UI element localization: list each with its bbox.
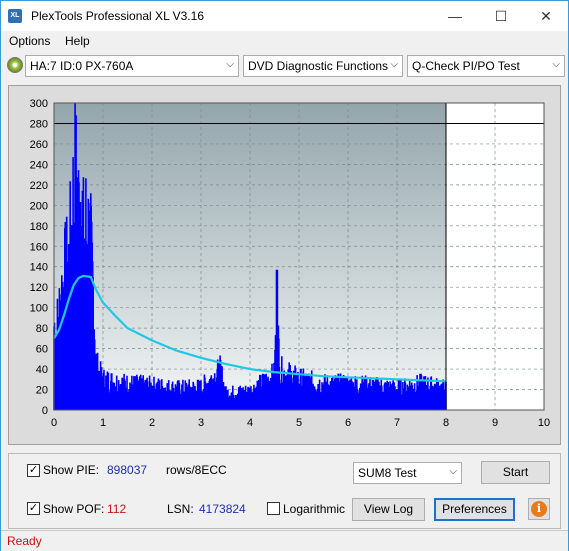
info-button[interactable]: i bbox=[528, 498, 550, 520]
pi-po-chart: 0 1 2 3 4 5 6 7 8 9 100204060801001201401601802002… bbox=[30, 98, 550, 429]
view-log-button[interactable]: View Log bbox=[352, 498, 425, 521]
test-mode-select[interactable]: SUM8 Test ⌵ bbox=[353, 462, 462, 484]
test-select-value: Q-Check PI/PO Test bbox=[412, 59, 520, 73]
logarithmic-label: Logarithmic bbox=[283, 502, 346, 516]
y-tick-label: 240 bbox=[30, 159, 48, 171]
window-title: PlexTools Professional XL V3.16 bbox=[31, 9, 204, 23]
show-pie-label: Show PIE: bbox=[43, 463, 100, 477]
function-select-value: DVD Diagnostic Functions bbox=[248, 59, 389, 73]
y-tick-label: 80 bbox=[36, 323, 48, 335]
y-tick-label: 40 bbox=[36, 364, 48, 376]
x-tick-label: 9 bbox=[492, 417, 498, 429]
logarithmic-checkbox[interactable] bbox=[267, 502, 280, 515]
function-select[interactable]: DVD Diagnostic Functions ⌵ bbox=[243, 55, 403, 77]
info-icon: i bbox=[531, 501, 547, 517]
lsn-label: LSN: bbox=[167, 502, 194, 516]
y-tick-label: 220 bbox=[30, 180, 48, 192]
test-select[interactable]: Q-Check PI/PO Test ⌵ bbox=[407, 55, 565, 77]
close-button[interactable]: ✕ bbox=[523, 1, 569, 31]
x-tick-label: 1 bbox=[100, 417, 106, 429]
x-tick-label: 10 bbox=[538, 417, 550, 429]
x-tick-label: 8 bbox=[443, 417, 449, 429]
pie-unit: rows/8ECC bbox=[166, 463, 227, 477]
y-tick-label: 200 bbox=[30, 200, 48, 212]
drive-select[interactable]: HA:7 ID:0 PX-760A ⌵ bbox=[25, 55, 239, 77]
menu-help[interactable]: Help bbox=[65, 34, 90, 48]
app-window: XL PlexTools Professional XL V3.16 — ☐ ✕… bbox=[0, 0, 569, 551]
show-pof-label: Show POF: bbox=[43, 502, 105, 516]
y-tick-label: 140 bbox=[30, 262, 48, 274]
y-tick-label: 20 bbox=[36, 385, 48, 397]
app-logo-icon: XL bbox=[8, 9, 22, 23]
minimize-button[interactable]: — bbox=[432, 1, 478, 31]
x-tick-label: 3 bbox=[198, 417, 204, 429]
preferences-button[interactable]: Preferences bbox=[434, 498, 515, 521]
x-tick-label: 7 bbox=[394, 417, 400, 429]
chevron-down-icon: ⌵ bbox=[449, 466, 457, 477]
maximize-button[interactable]: ☐ bbox=[478, 1, 524, 31]
x-tick-label: 6 bbox=[345, 417, 351, 429]
x-tick-label: 2 bbox=[149, 417, 155, 429]
toolbar: HA:7 ID:0 PX-760A ⌵ DVD Diagnostic Funct… bbox=[1, 53, 568, 80]
status-text: Ready bbox=[7, 534, 42, 548]
x-tick-label: 5 bbox=[296, 417, 302, 429]
status-bar: Ready bbox=[1, 530, 568, 551]
chevron-down-icon: ⌵ bbox=[552, 59, 560, 70]
chevron-down-icon: ⌵ bbox=[226, 59, 234, 70]
y-tick-label: 180 bbox=[30, 221, 48, 233]
y-tick-label: 120 bbox=[30, 282, 48, 294]
y-tick-label: 160 bbox=[30, 241, 48, 253]
show-pie-checkbox[interactable]: ✓ bbox=[27, 464, 40, 477]
y-tick-label: 60 bbox=[36, 344, 48, 356]
y-tick-label: 260 bbox=[30, 139, 48, 151]
y-tick-label: 0 bbox=[42, 405, 48, 417]
y-tick-label: 100 bbox=[30, 303, 48, 315]
x-tick-label: 0 bbox=[51, 417, 57, 429]
x-tick-label: 4 bbox=[247, 417, 253, 429]
menu-options[interactable]: Options bbox=[9, 34, 50, 48]
start-button[interactable]: Start bbox=[481, 461, 550, 484]
y-tick-label: 300 bbox=[30, 98, 48, 110]
title-bar: XL PlexTools Professional XL V3.16 — ☐ ✕ bbox=[1, 1, 568, 31]
test-mode-value: SUM8 Test bbox=[358, 466, 417, 480]
drive-select-value: HA:7 ID:0 PX-760A bbox=[30, 59, 134, 73]
show-pof-checkbox[interactable]: ✓ bbox=[27, 502, 40, 515]
lsn-value: 4173824 bbox=[199, 502, 246, 516]
pie-value: 898037 bbox=[107, 463, 148, 477]
chevron-down-icon: ⌵ bbox=[390, 59, 398, 70]
chart-panel: 0 1 2 3 4 5 6 7 8 9 10 0 20 40 60 80 100 120 140 160 180 200 2… bbox=[8, 85, 561, 445]
menu-bar: Options Help bbox=[1, 31, 568, 52]
pof-value: 112 bbox=[107, 502, 127, 516]
y-tick-label: 280 bbox=[30, 118, 48, 130]
